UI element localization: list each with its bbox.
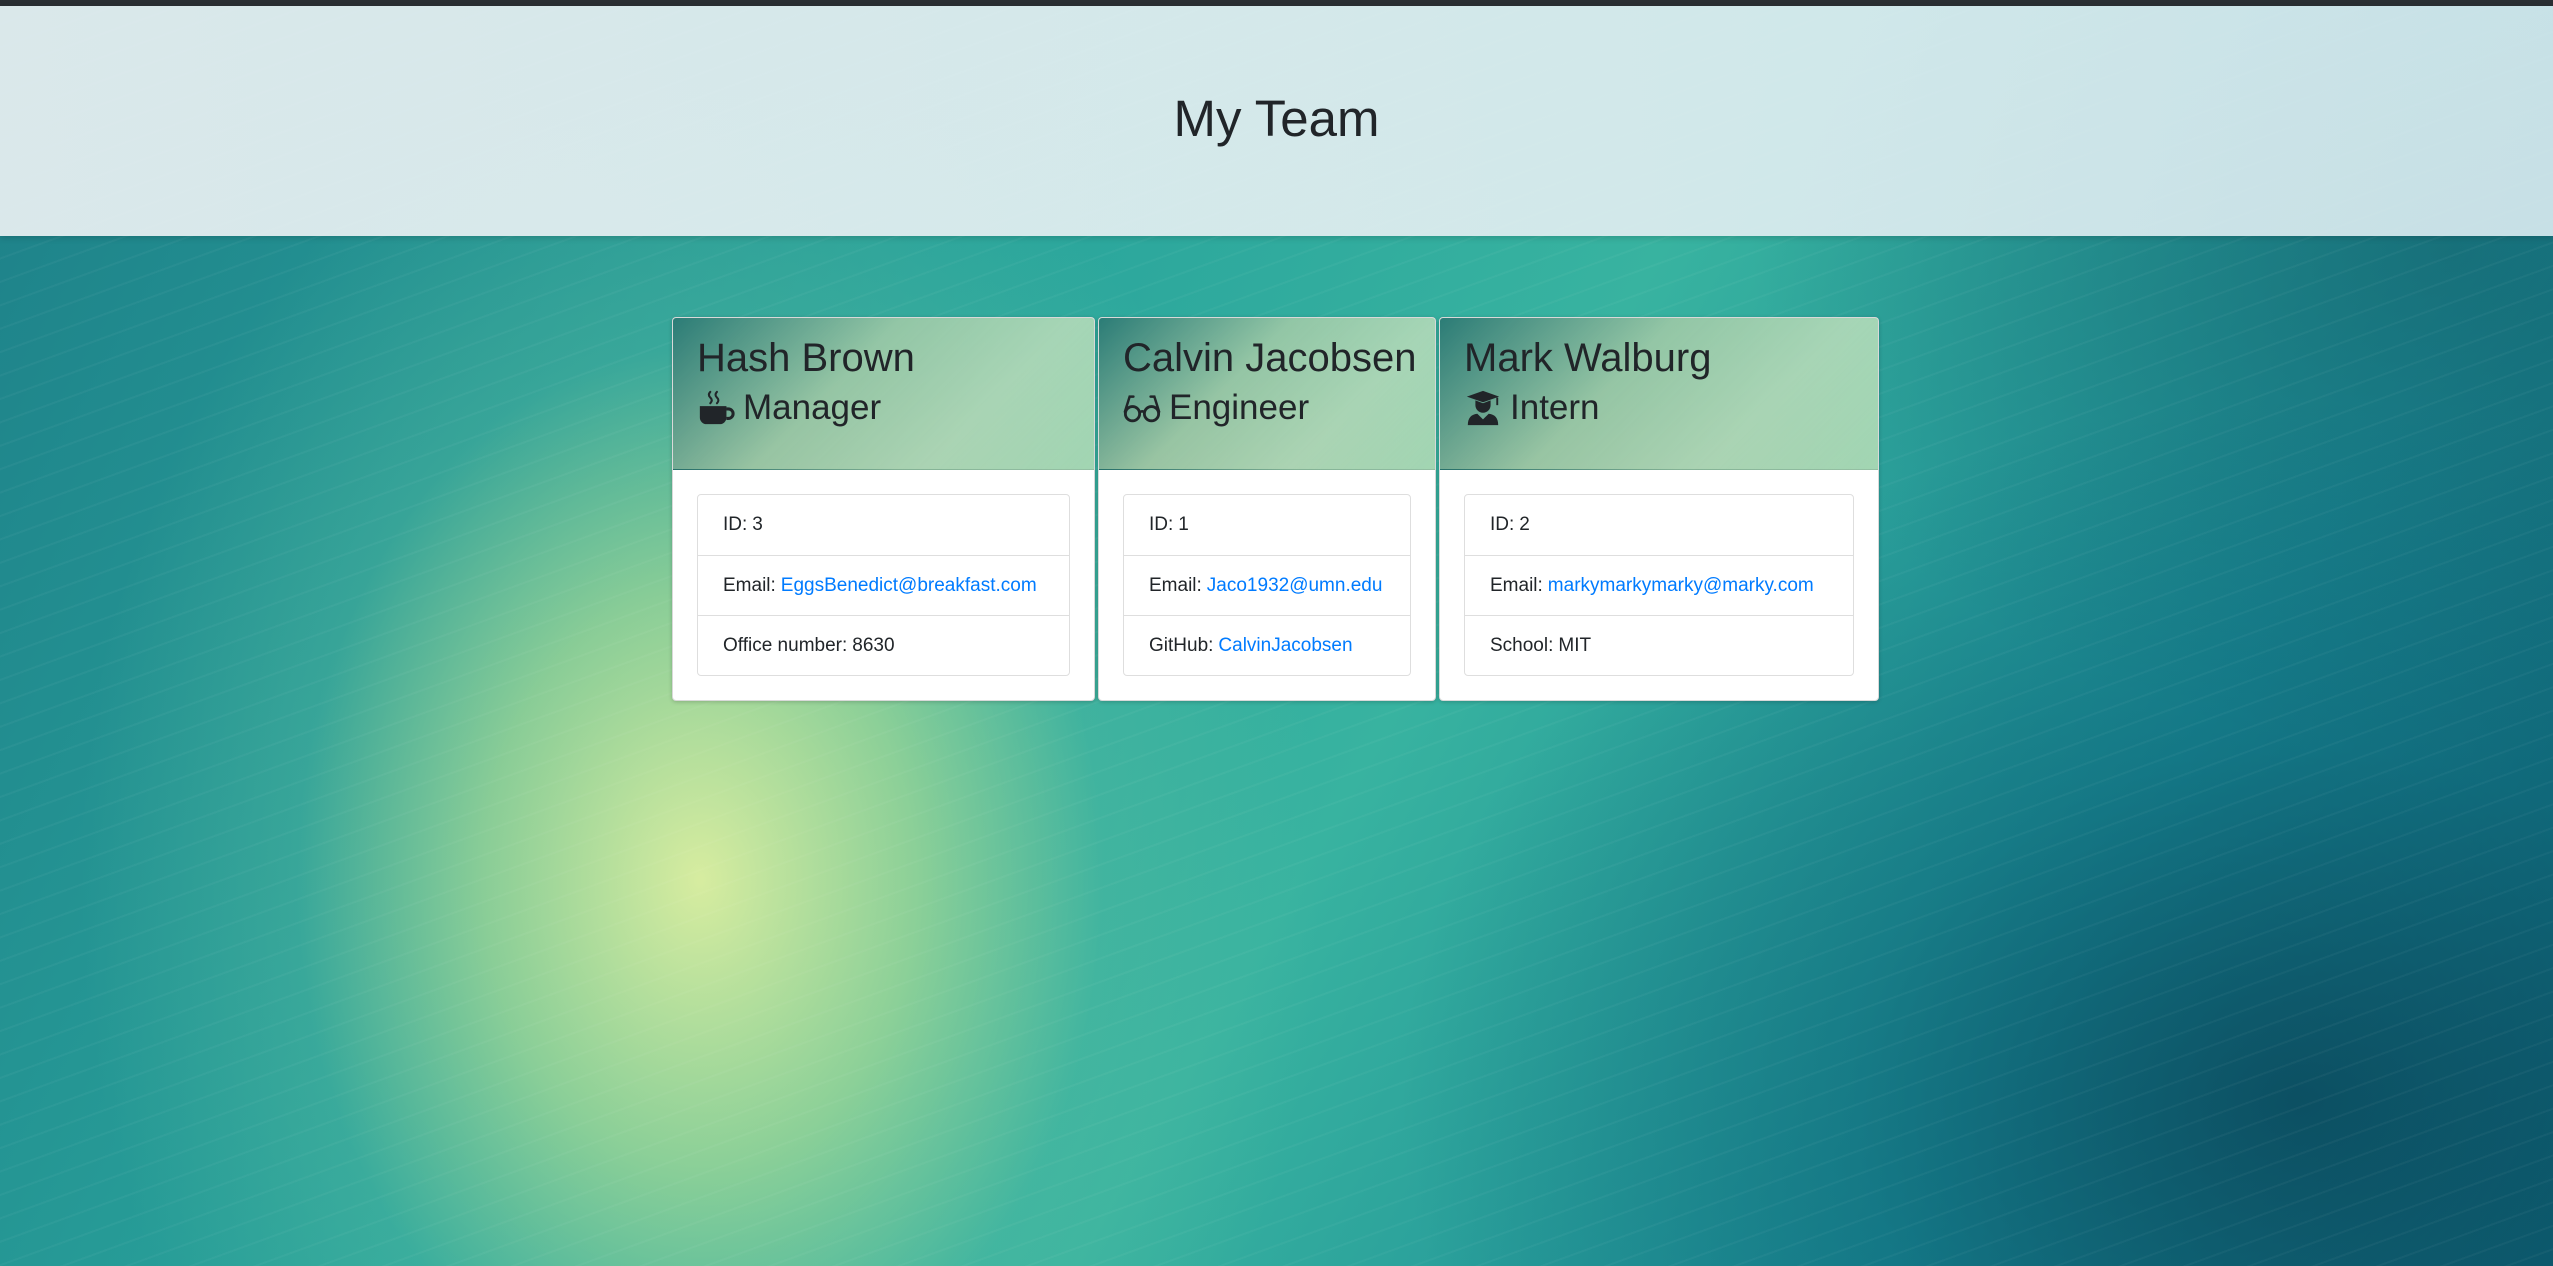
employee-role: Manager [697, 388, 1070, 428]
coffee-icon [699, 390, 735, 425]
info-list: ID: 3 Email: EggsBenedict@breakfast.com … [697, 494, 1070, 676]
info-list: ID: 2 Email: markymarkymarky@marky.com S… [1464, 494, 1854, 676]
page-header: My Team [0, 6, 2553, 236]
email-link[interactable]: markymarkymarky@marky.com [1548, 575, 1814, 597]
page-title: My Team [1173, 90, 1380, 147]
id-label: ID: [723, 514, 748, 535]
role-label: Engineer [1169, 388, 1310, 427]
graduate-icon [1466, 390, 1500, 426]
card-header: Calvin Jacobsen Engineer [1099, 318, 1435, 470]
card-body: ID: 1 Email: Jaco1932@umn.edu GitHub: Ca… [1099, 470, 1435, 700]
github-label: GitHub: [1149, 634, 1214, 656]
list-item-school: School: MIT [1465, 615, 1853, 675]
id-label: ID: [1490, 514, 1515, 535]
list-item-github: GitHub: CalvinJacobsen [1124, 615, 1410, 675]
email-link[interactable]: Jaco1932@umn.edu [1207, 575, 1383, 597]
id-value: 1 [1178, 514, 1189, 535]
list-item-id: ID: 3 [698, 495, 1069, 555]
employee-name: Mark Walburg [1464, 336, 1712, 380]
id-label: ID: [1149, 514, 1174, 535]
employee-name: Calvin Jacobsen [1123, 336, 1417, 380]
list-item-email: Email: Jaco1932@umn.edu [1124, 555, 1410, 615]
github-link[interactable]: CalvinJacobsen [1218, 635, 1352, 657]
glasses-icon [1123, 395, 1161, 423]
role-label: Intern [1510, 388, 1600, 427]
employee-card-intern: Mark Walburg Intern ID: 2 Email: markyma… [1439, 317, 1879, 701]
email-link[interactable]: EggsBenedict@breakfast.com [781, 575, 1037, 597]
list-item-office-number: Office number: 8630 [698, 615, 1069, 675]
card-header: Hash Brown Manager [673, 318, 1094, 470]
office-number-label: Office number: [723, 634, 848, 656]
team-cards: Hash Brown Manager ID: 3 Email: EggsBene… [672, 317, 1879, 701]
info-list: ID: 1 Email: Jaco1932@umn.edu GitHub: Ca… [1123, 494, 1411, 676]
list-item-id: ID: 2 [1465, 495, 1853, 555]
role-label: Manager [743, 388, 882, 427]
office-number-value: 8630 [852, 634, 895, 656]
school-label: School: [1490, 634, 1554, 656]
email-label: Email: [1149, 574, 1202, 596]
id-value: 3 [752, 514, 763, 535]
employee-role: Engineer [1123, 388, 1411, 428]
card-header: Mark Walburg Intern [1440, 318, 1878, 470]
school-value: MIT [1558, 634, 1592, 656]
list-item-email: Email: EggsBenedict@breakfast.com [698, 555, 1069, 615]
list-item-id: ID: 1 [1124, 495, 1410, 555]
card-body: ID: 2 Email: markymarkymarky@marky.com S… [1440, 470, 1878, 700]
employee-card-manager: Hash Brown Manager ID: 3 Email: EggsBene… [672, 317, 1095, 701]
id-value: 2 [1519, 514, 1530, 535]
email-label: Email: [1490, 574, 1543, 596]
employee-role: Intern [1464, 388, 1854, 428]
list-item-email: Email: markymarkymarky@marky.com [1465, 555, 1853, 615]
email-label: Email: [723, 574, 776, 596]
card-body: ID: 3 Email: EggsBenedict@breakfast.com … [673, 470, 1094, 700]
employee-card-engineer: Calvin Jacobsen Engineer ID: 1 Email: Ja… [1098, 317, 1436, 701]
employee-name: Hash Brown [697, 336, 915, 380]
